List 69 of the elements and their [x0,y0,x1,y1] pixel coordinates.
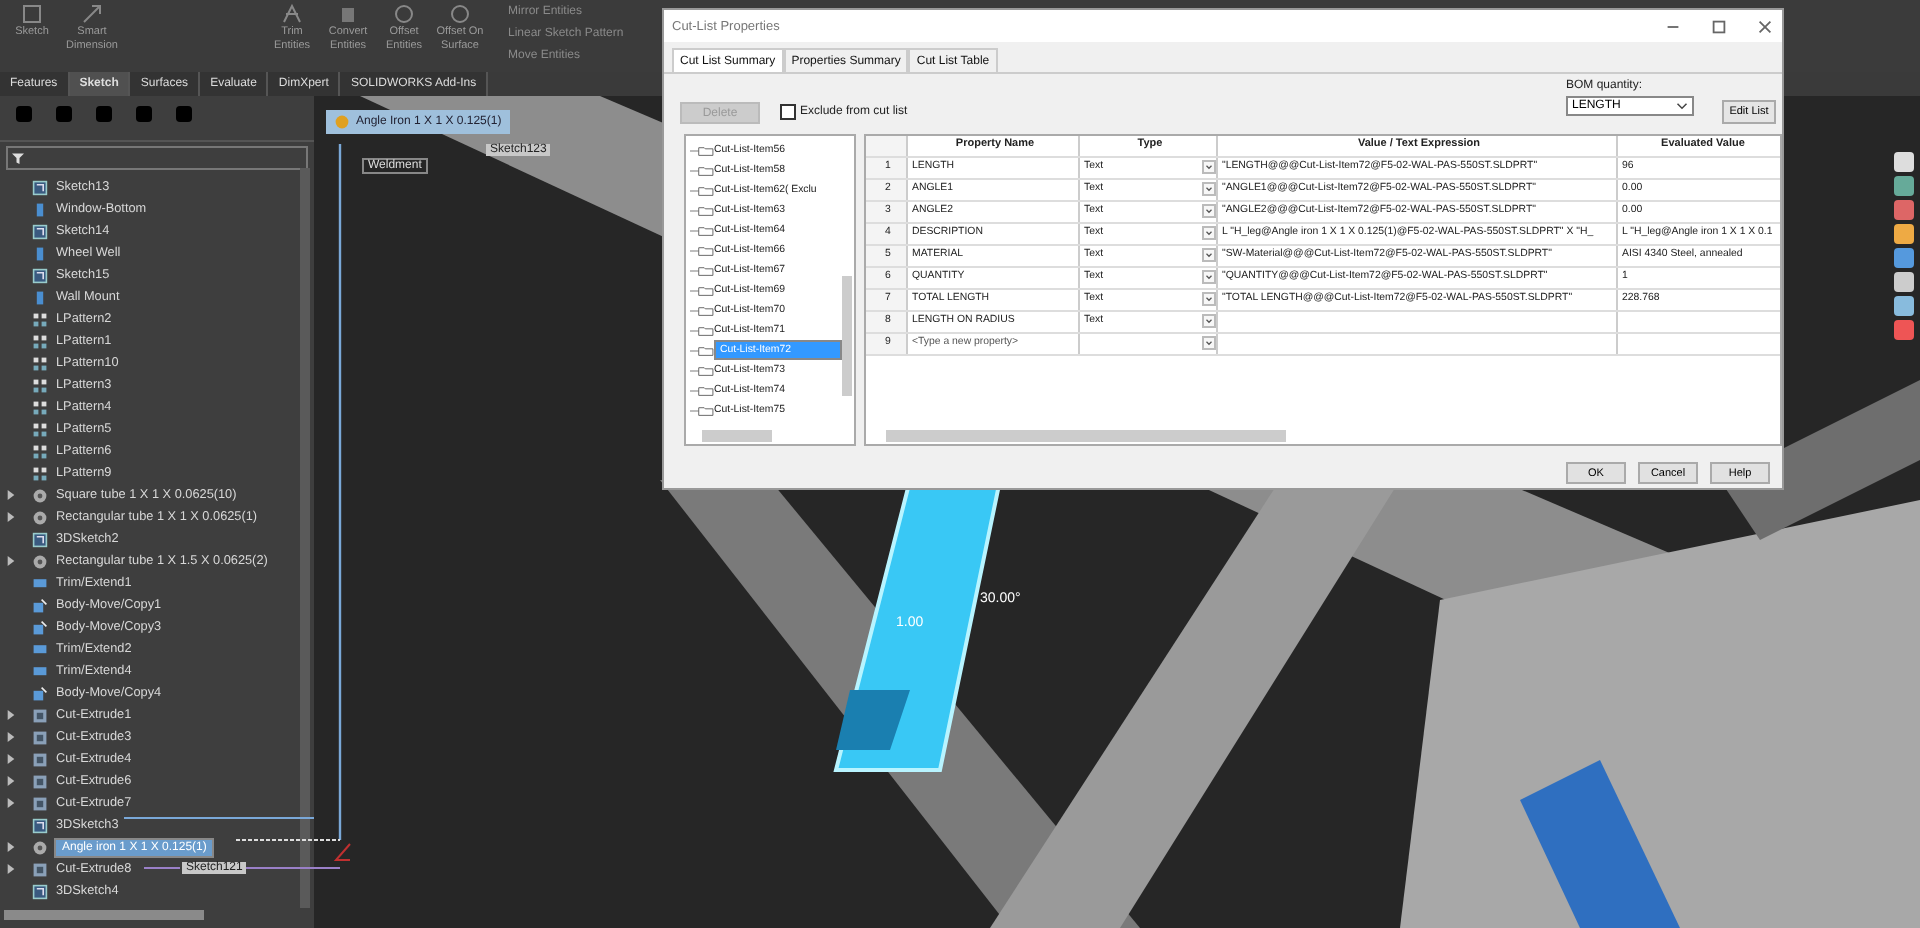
expand-arrow-icon[interactable] [6,798,16,808]
feature-icon [32,223,48,239]
expand-arrow-icon[interactable] [6,512,16,522]
expand-arrow-icon[interactable] [6,776,16,786]
folder-icon [690,303,714,317]
feature-icon [32,883,48,899]
chevron-icon [1202,336,1216,350]
tool-icon [448,2,472,26]
close-icon[interactable] [1756,17,1774,35]
tool-icon [392,2,416,26]
feature-icon [32,531,48,547]
feature-icon [32,421,48,437]
folder-icon [690,323,714,337]
weldment-icon [334,114,350,130]
expand-arrow-icon[interactable] [6,864,16,874]
feature-icon [32,201,48,217]
feature-icon [32,179,48,195]
feature-icon [32,817,48,833]
feature-icon [32,333,48,349]
leader-line [235,839,341,841]
tree-filter-field[interactable] [6,146,308,170]
chevron-icon [1202,160,1216,174]
folder-icon [690,263,714,277]
expand-arrow-icon[interactable] [6,732,16,742]
feature-icon [32,597,48,613]
task-pane-icons-drawing[interactable] [1892,150,1916,342]
axis-triad-icon [333,843,351,861]
expand-arrow-icon[interactable] [6,556,16,566]
chevron-icon [1202,270,1216,284]
checkbox[interactable] [780,104,796,120]
feature-icon [32,355,48,371]
tool-icon [336,2,360,26]
feature-icon [32,465,48,481]
feature-icon [32,443,48,459]
feature-icon [32,685,48,701]
expand-arrow-icon[interactable] [6,842,16,852]
folder-icon [690,223,714,237]
feature-icon [32,399,48,415]
tool-icon [20,2,44,26]
chevron-icon [1202,248,1216,262]
folder-icon [690,283,714,297]
tool-icon [80,2,104,26]
folder-icon [690,383,714,397]
expand-arrow-icon[interactable] [6,754,16,764]
folder-icon [690,203,714,217]
folder-icon [690,163,714,177]
chevron-icon [1202,226,1216,240]
feature-icon [32,267,48,283]
folder-icon [690,183,714,197]
chevron-icon [1202,314,1216,328]
chevron-icon [1202,204,1216,218]
feature-icon [32,245,48,261]
folder-icon [690,143,714,157]
filter-icon [12,152,24,164]
feature-icon [32,289,48,305]
chevron-icon [1676,102,1688,110]
folder-icon [690,363,714,377]
feature-icon [32,377,48,393]
tool-icon [280,2,304,26]
chevron-icon [1202,182,1216,196]
maximize-icon[interactable] [1710,17,1728,35]
folder-icon [690,403,714,417]
folder-icon [690,243,714,257]
feature-icon [32,311,48,327]
feature-icon [32,619,48,635]
expand-arrow-icon[interactable] [6,490,16,500]
folder-icon [690,343,714,357]
chevron-icon [1202,292,1216,306]
expand-arrow-icon[interactable] [6,710,16,720]
